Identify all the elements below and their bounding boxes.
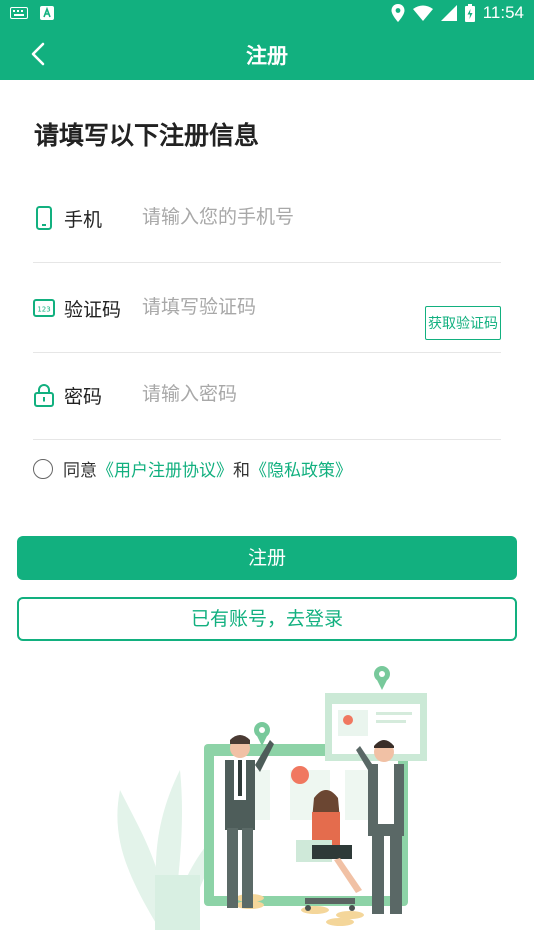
page-title: 注册 (246, 44, 288, 68)
svg-text:123: 123 (37, 306, 50, 314)
wifi-icon (412, 5, 433, 21)
code-input[interactable] (142, 288, 412, 326)
status-bar: 11:54 (0, 0, 534, 28)
phone-input[interactable] (142, 198, 412, 236)
agreement-conjunction: 和 (233, 461, 250, 481)
privacy-policy-link[interactable]: 《隐私政策》 (250, 456, 352, 481)
phone-field-row: 手机 (33, 176, 501, 263)
form-heading: 请填写以下注册信息 (34, 121, 260, 150)
user-agreement-link[interactable]: 《用户注册协议》 (97, 456, 233, 481)
team-illustration (117, 666, 427, 930)
agreement-radio[interactable] (33, 458, 53, 479)
keyboard-icon (10, 7, 28, 19)
lock-icon (34, 384, 54, 407)
password-field-row: 密码 (33, 353, 501, 440)
code-label: 验证码 (64, 299, 122, 321)
signal-icon (440, 5, 457, 21)
location-icon (391, 4, 405, 22)
password-label: 密码 (64, 386, 103, 408)
register-button[interactable]: 注册 (17, 536, 517, 580)
login-button[interactable]: 已有账号，去登录 (17, 597, 517, 641)
clock-time: 11:54 (482, 3, 524, 22)
password-input[interactable] (142, 375, 412, 413)
plant-pot (155, 875, 200, 930)
code-123-icon: 123 (33, 299, 55, 317)
agreement-row: 同意 《用户注册协议》 和 《隐私政策》 (33, 456, 352, 481)
agreement-prefix: 同意 (63, 461, 97, 481)
text-a-icon (40, 6, 54, 20)
code-field-row: 123 验证码 获取验证码 (33, 266, 501, 353)
get-code-button[interactable]: 获取验证码 (425, 306, 501, 340)
app-bar: 注册 (0, 28, 534, 80)
battery-icon (464, 4, 475, 22)
phone-icon (36, 206, 52, 230)
phone-label: 手机 (64, 209, 103, 231)
